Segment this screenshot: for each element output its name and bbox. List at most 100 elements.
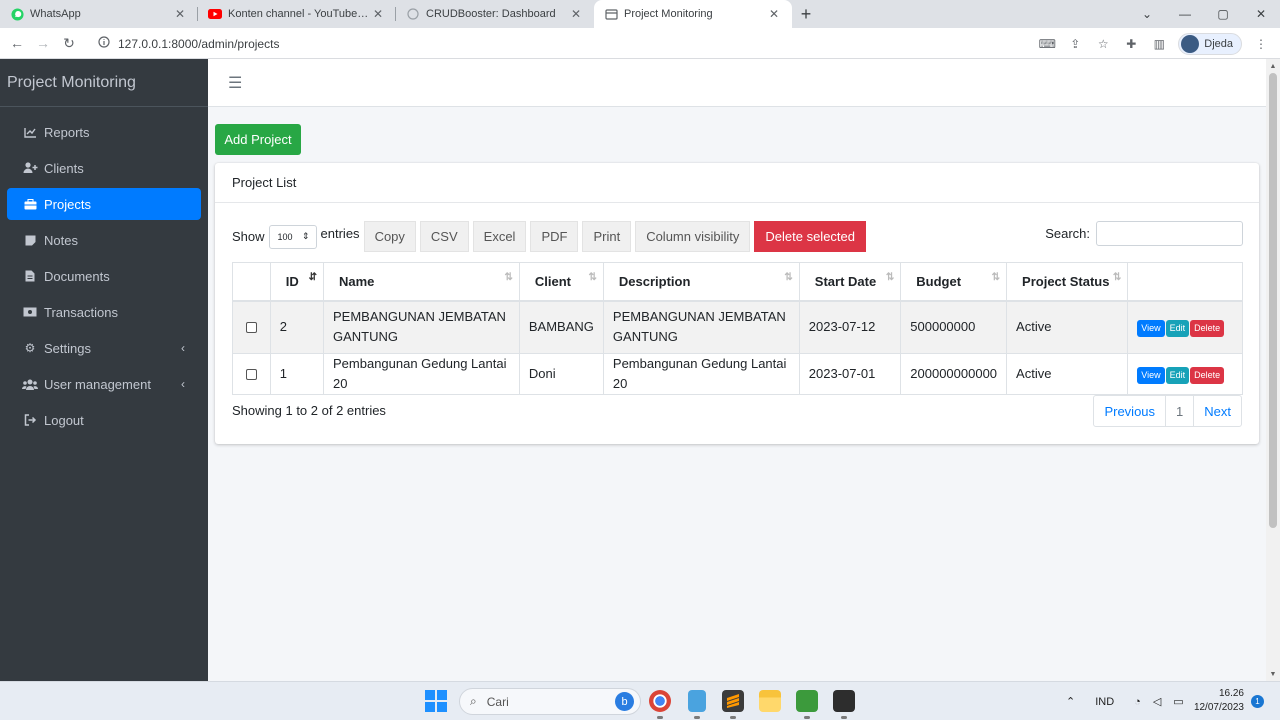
notepad-icon[interactable] (688, 690, 706, 719)
new-tab-button[interactable]: + (792, 0, 820, 28)
tab-search-icon[interactable]: ⌄ (1128, 0, 1166, 28)
edit-button[interactable]: Edit (1165, 320, 1190, 338)
url-text[interactable]: 127.0.0.1:8000/admin/projects (118, 37, 279, 51)
copy-button[interactable]: Copy (363, 221, 416, 252)
hamburger-menu-icon[interactable]: ☰ (228, 73, 242, 93)
omnibox[interactable]: 127.0.0.1:8000/admin/projects (90, 31, 1175, 56)
windows-start-icon[interactable] (425, 690, 447, 712)
view-button[interactable]: View (1137, 367, 1165, 384)
page-scrollbar[interactable]: ▲ ▼ (1266, 59, 1280, 681)
cog-icon: ⚙ (24, 341, 36, 355)
sidebar-item-documents[interactable]: Documents (7, 260, 201, 292)
view-button[interactable]: View (1137, 320, 1165, 338)
csv-button[interactable]: CSV (419, 221, 469, 252)
menu-kebab-icon[interactable]: ⋮ (1252, 35, 1270, 53)
bookmark-star-icon[interactable]: ☆ (1094, 35, 1112, 53)
sidebar-item-notes[interactable]: Notes (7, 224, 201, 256)
sidebar-item-projects[interactable]: Projects (7, 188, 201, 220)
column-header-id[interactable]: ID ⇵ (269, 262, 325, 302)
close-tab-icon[interactable]: ✕ (766, 7, 782, 21)
edit-button[interactable]: Edit (1165, 367, 1190, 384)
file-explorer-icon[interactable] (759, 690, 781, 712)
close-tab-icon[interactable]: ✕ (172, 7, 188, 21)
page-length-select[interactable]: 100 ⇕ (268, 224, 317, 249)
back-icon[interactable]: ← (4, 30, 30, 56)
previous-page-button[interactable]: Previous (1094, 396, 1165, 426)
scroll-down-arrow-icon[interactable]: ▼ (1266, 667, 1280, 681)
reload-icon[interactable]: ↻ (56, 30, 82, 56)
clock-date: 12/07/2023 (1193, 702, 1244, 713)
tab-youtube-studio[interactable]: Konten channel - YouTube Studio ✕ (198, 0, 396, 28)
column-header-name[interactable]: Name ⇅ (323, 262, 520, 302)
column-header-status[interactable]: Project Status ⇅ (1006, 262, 1129, 302)
row-checkbox[interactable] (246, 369, 257, 381)
search-input[interactable] (1096, 221, 1243, 246)
project-list-card: Project List Show 100 ⇕ entries Copy CSV… (215, 163, 1259, 444)
system-tray: ⌃ IND ◔ ◁ ▭ (1060, 682, 1190, 720)
print-button[interactable]: Print (582, 221, 632, 252)
sublime-text-icon[interactable] (722, 690, 744, 719)
chevron-up-icon[interactable]: ⌃ (1066, 695, 1075, 708)
volume-icon[interactable]: ◁ (1153, 695, 1161, 708)
bing-icon[interactable]: b (615, 692, 634, 711)
row-checkbox[interactable] (246, 322, 257, 334)
delete-button[interactable]: Delete (1190, 320, 1225, 338)
translate-icon[interactable]: ⌨ (1038, 35, 1056, 53)
top-navbar: ☰ (208, 59, 1266, 107)
tab-project-monitoring[interactable]: Project Monitoring ✕ (594, 0, 792, 28)
column-header-description[interactable]: Description ⇅ (602, 262, 800, 302)
share-icon[interactable]: ⇪ (1066, 35, 1084, 53)
delete-selected-button[interactable]: Delete selected (754, 221, 867, 252)
delete-button[interactable]: Delete (1190, 367, 1225, 384)
excel-button[interactable]: Excel (472, 221, 527, 252)
clock[interactable]: 16.26 12/07/2023 (1194, 687, 1244, 715)
maximize-icon[interactable]: ▢ (1204, 0, 1242, 28)
column-header-client[interactable]: Client ⇅ (518, 262, 604, 302)
search-area: Search: (1045, 221, 1243, 246)
current-page-button[interactable]: 1 (1165, 396, 1193, 426)
scrollbar-thumb[interactable] (1269, 73, 1277, 528)
wifi-icon[interactable]: ◔ (1134, 696, 1141, 708)
sidebar-item-clients[interactable]: Clients (7, 152, 201, 184)
tab-whatsapp[interactable]: WhatsApp ✕ (0, 0, 198, 28)
scroll-up-arrow-icon[interactable]: ▲ (1266, 59, 1280, 73)
forward-icon[interactable]: → (30, 30, 56, 56)
sidebar-item-settings[interactable]: ⚙ Settings ‹ (7, 332, 201, 364)
pdf-button[interactable]: PDF (530, 221, 579, 252)
column-header-budget[interactable]: Budget ⇅ (900, 262, 1008, 302)
brand-title[interactable]: Project Monitoring (0, 59, 208, 107)
tab-crudbooster[interactable]: CRUDBooster: Dashboard ✕ (396, 0, 594, 28)
sort-icon: ⇅ (991, 272, 1001, 283)
extensions-icon[interactable]: ✚ (1122, 35, 1140, 53)
notification-badge[interactable]: 1 (1251, 695, 1264, 708)
language-indicator[interactable]: IND (1095, 696, 1114, 708)
chrome-icon[interactable] (649, 690, 671, 719)
close-tab-icon[interactable]: ✕ (370, 7, 386, 21)
side-panel-icon[interactable]: ▥ (1150, 35, 1168, 53)
briefcase-icon (21, 198, 39, 210)
profile-name: Djeda (1204, 37, 1233, 50)
cell-name: Pembangunan Gedung Lantai 20 (323, 353, 520, 395)
close-window-icon[interactable]: ✕ (1242, 0, 1280, 28)
terminal-icon[interactable] (833, 690, 855, 719)
battery-icon[interactable]: ▭ (1173, 695, 1183, 708)
info-icon[interactable] (98, 36, 110, 51)
users-icon (21, 379, 39, 390)
sidebar-item-label: Documents (44, 268, 110, 284)
minimize-icon[interactable]: — (1166, 0, 1204, 28)
column-header-start-date[interactable]: Start Date ⇅ (798, 262, 902, 302)
profile-button[interactable]: Djeda (1178, 32, 1242, 55)
taskbar-search[interactable]: ⌕ Cari b (459, 688, 641, 715)
column-visibility-button[interactable]: Column visibility (635, 221, 751, 252)
close-tab-icon[interactable]: ✕ (568, 7, 584, 21)
next-page-button[interactable]: Next (1193, 396, 1241, 426)
sidebar-item-user-management[interactable]: User management ‹ (7, 368, 201, 400)
sort-icon: ⇅ (885, 272, 895, 283)
sidebar-item-reports[interactable]: Reports (7, 116, 201, 148)
add-project-button[interactable]: Add Project (215, 124, 301, 155)
globe-icon (406, 7, 420, 21)
sidebar-item-logout[interactable]: Logout (7, 404, 201, 436)
code-editor-icon[interactable] (796, 690, 818, 719)
cell-start-date: 2023-07-12 (798, 300, 902, 354)
sidebar-item-transactions[interactable]: Transactions (7, 296, 201, 328)
